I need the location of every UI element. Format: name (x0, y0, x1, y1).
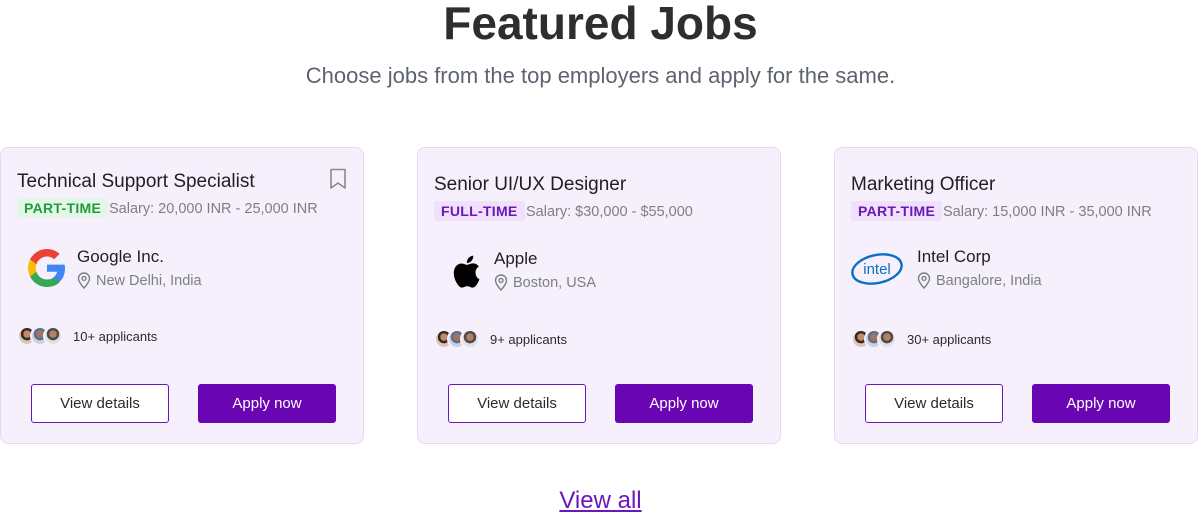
location-text: Bangalore, India (936, 272, 1042, 289)
applicant-avatars (17, 326, 63, 346)
salary-text: Salary: 20,000 INR - 25,000 INR (109, 201, 318, 217)
company-name: Apple (494, 249, 538, 268)
svg-text:intel: intel (863, 261, 891, 278)
salary-text: Salary: $30,000 - $55,000 (526, 204, 693, 220)
apple-logo (453, 255, 480, 288)
view-details-button[interactable]: View details (31, 384, 169, 423)
intel-logo: intel (851, 253, 903, 285)
apply-now-button[interactable]: Apply now (615, 384, 753, 423)
location-text: New Delhi, India (96, 272, 202, 289)
apply-now-button[interactable]: Apply now (1032, 384, 1170, 423)
job-card-ui-ux-designer: Senior UI/UX Designer FULL-TIME Salary: … (417, 147, 781, 444)
applicants-count: 10+ applicants (73, 329, 158, 344)
location: New Delhi, India (77, 272, 202, 289)
job-title: Marketing Officer (851, 174, 996, 195)
location-text: Boston, USA (513, 274, 597, 291)
job-card-marketing-officer: Marketing Officer PART-TIME Salary: 15,0… (834, 147, 1198, 444)
company-name: Google Inc. (77, 247, 164, 266)
google-logo (28, 249, 65, 287)
avatar (460, 329, 480, 349)
apply-now-button[interactable]: Apply now (198, 384, 336, 423)
page-subtitle: Choose jobs from the top employers and a… (305, 63, 896, 88)
page-title: Featured Jobs (443, 0, 758, 49)
view-details-button[interactable]: View details (865, 384, 1003, 423)
location: Bangalore, India (917, 272, 1042, 289)
salary-text: Salary: 15,000 INR - 35,000 INR (943, 204, 1152, 220)
job-type-badge: PART-TIME (17, 198, 109, 218)
job-title: Senior UI/UX Designer (434, 174, 627, 195)
applicants-count: 9+ applicants (490, 332, 567, 347)
view-details-button[interactable]: View details (448, 384, 586, 423)
avatar (43, 326, 63, 346)
view-all-link[interactable]: View all (0, 487, 1201, 515)
applicant-avatars (434, 329, 480, 349)
avatar (877, 329, 897, 349)
job-title: Technical Support Specialist (17, 171, 255, 192)
job-type-badge: FULL-TIME (434, 201, 525, 221)
location: Boston, USA (494, 274, 596, 291)
company-name: Intel Corp (917, 247, 991, 266)
bookmark-icon[interactable] (329, 168, 347, 190)
applicants-count: 30+ applicants (907, 332, 992, 347)
location-pin-icon (917, 272, 931, 289)
applicant-avatars (851, 329, 897, 349)
job-card-technical-support: Technical Support Specialist PART-TIME S… (0, 147, 364, 444)
job-type-badge: PART-TIME (851, 201, 943, 221)
location-pin-icon (494, 274, 508, 291)
location-pin-icon (77, 272, 91, 289)
